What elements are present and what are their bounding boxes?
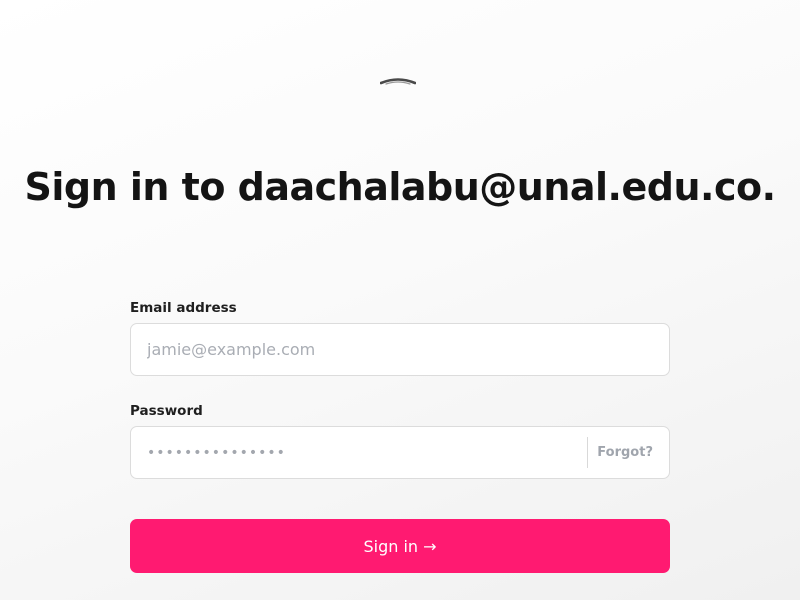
email-field[interactable] (131, 324, 669, 375)
field-divider (587, 437, 588, 468)
email-label: Email address (130, 300, 237, 316)
password-field[interactable] (131, 427, 587, 478)
page-title: Sign in to daachalabu@unal.edu.co. (24, 165, 776, 209)
forgot-password-link[interactable]: Forgot? (597, 427, 653, 478)
email-field-container (130, 323, 670, 376)
password-label: Password (130, 403, 203, 419)
logo-icon (379, 72, 417, 85)
password-field-container: Forgot? (130, 426, 670, 479)
sign-in-button[interactable]: Sign in → (130, 519, 670, 573)
